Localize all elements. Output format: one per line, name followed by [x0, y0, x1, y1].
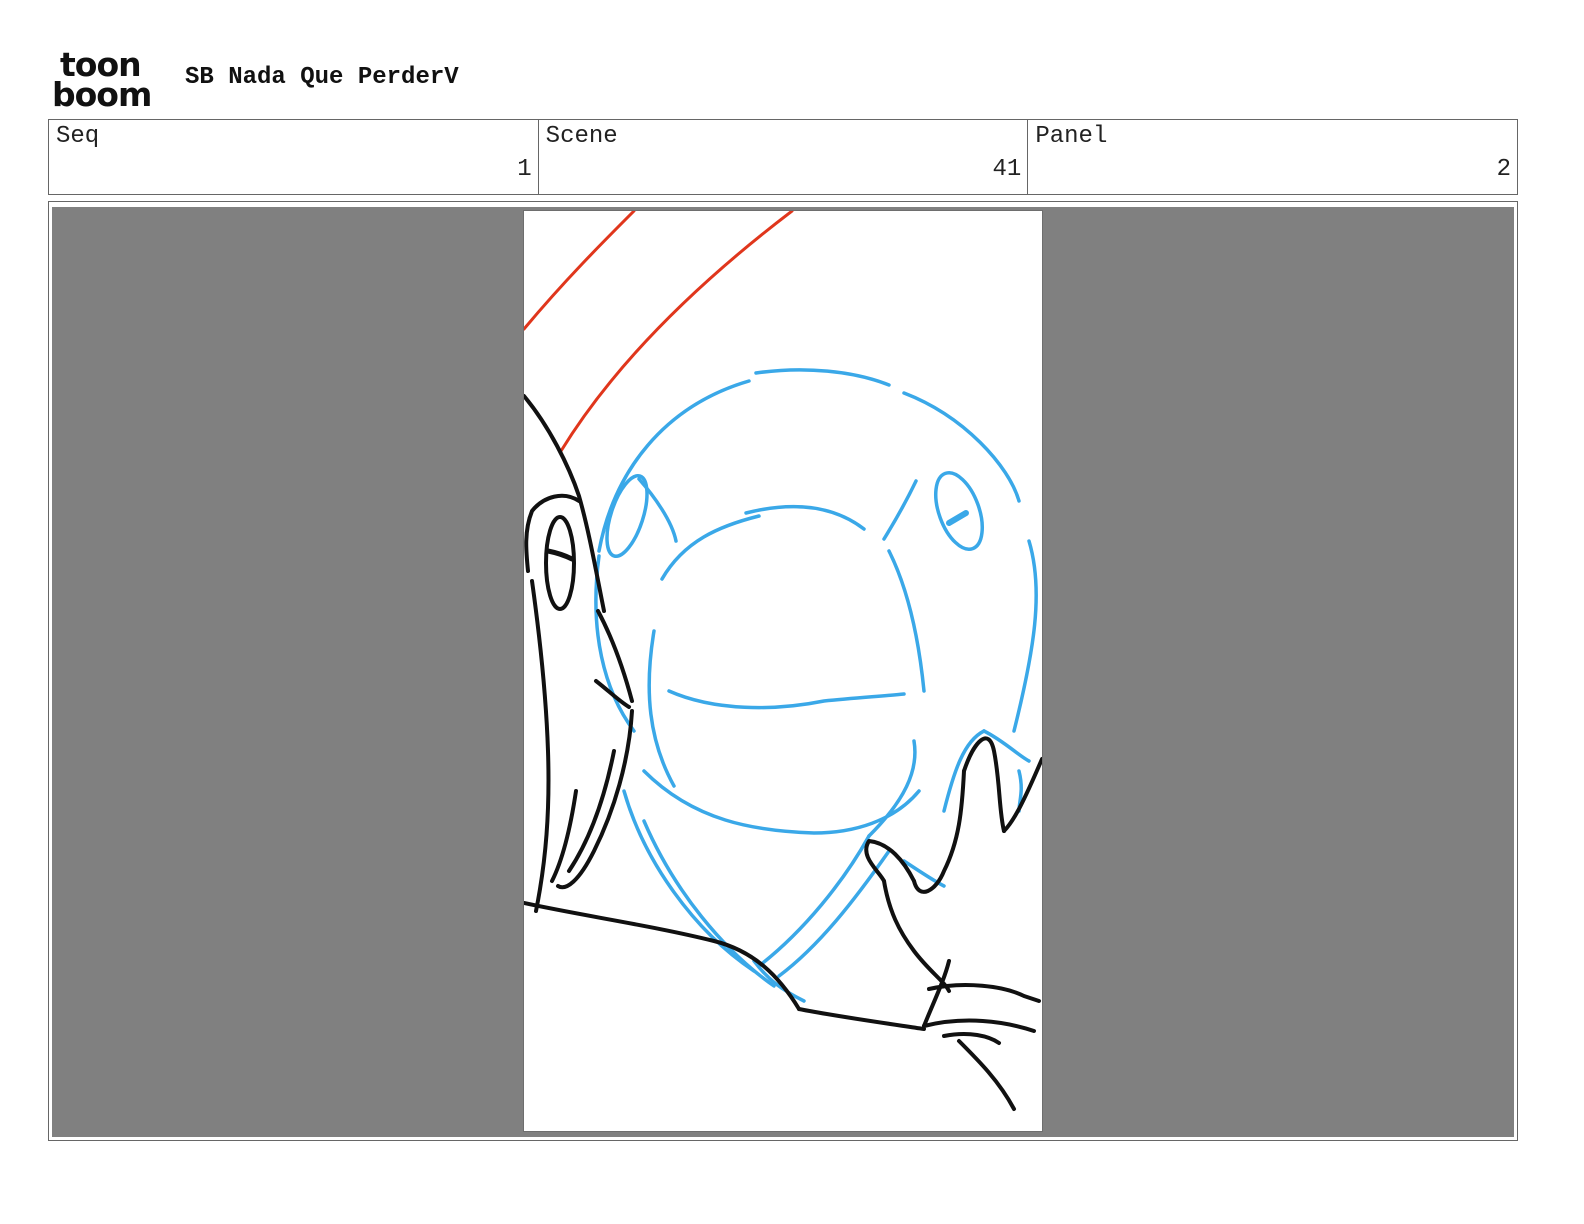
red-guide-lines [524, 211, 794, 453]
logo-word-bottom: boom [52, 75, 152, 114]
toon-boom-logo: toon boom [52, 48, 164, 114]
seq-cell: Seq 1 [49, 120, 539, 194]
seq-value: 1 [517, 156, 532, 183]
scene-cell: Scene 41 [539, 120, 1029, 194]
panel-label: Panel [1035, 123, 1108, 150]
sketch-svg [524, 211, 1042, 1111]
panel-info-table: Seq 1 Scene 41 Panel 2 [48, 119, 1518, 195]
header: toon boom SB Nada Que PerderV [52, 48, 752, 114]
panel-cell: Panel 2 [1028, 120, 1517, 194]
storyboard-drawing [523, 210, 1043, 1132]
storyboard-title: SB Nada Que PerderV [185, 64, 459, 91]
blue-rough-sketch [594, 368, 1038, 1003]
seq-label: Seq [56, 123, 100, 150]
scene-label: Scene [545, 123, 618, 150]
scene-value: 41 [992, 156, 1022, 183]
panel-value: 2 [1496, 156, 1512, 183]
